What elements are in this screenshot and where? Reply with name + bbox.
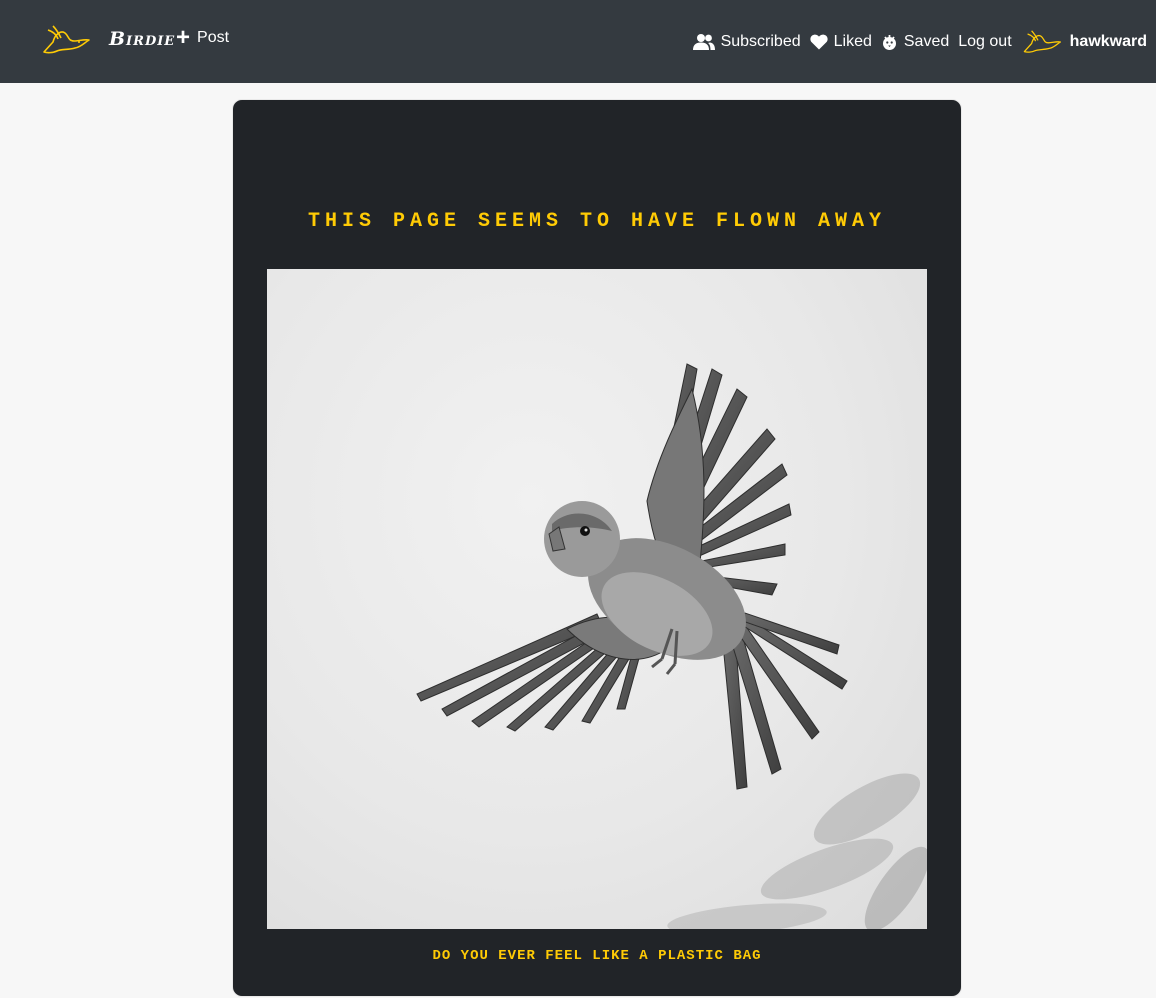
nav-right: Subscribed Liked Saved Log out hawkward: [684, 22, 1147, 62]
bird-illustration: [416, 363, 927, 929]
users-icon: [692, 34, 715, 50]
user-avatar-icon[interactable]: [1022, 28, 1062, 56]
not-found-title: THIS PAGE SEEMS TO HAVE FLOWN AWAY: [307, 210, 887, 233]
saved-bird-icon: [882, 34, 896, 50]
username-link[interactable]: hawkward: [1070, 33, 1147, 51]
flying-bird-image: [267, 269, 927, 929]
nav-saved-label: Saved: [903, 33, 950, 50]
nav-subscribed-label: Subscribed: [720, 33, 801, 50]
nav-logout-label: Log out: [958, 33, 1012, 50]
heart-icon: [810, 34, 828, 50]
caption-text: DO YOU EVER FEEL LIKE A PLASTIC BAG: [432, 948, 762, 964]
plus-icon: +: [176, 24, 191, 51]
post-button[interactable]: + Post: [176, 24, 230, 51]
nav-liked-label: Liked: [833, 33, 872, 50]
nav-logout[interactable]: Log out: [958, 33, 1011, 51]
not-found-card: THIS PAGE SEEMS TO HAVE FLOWN AWAY DO YO…: [232, 99, 962, 997]
nav-liked[interactable]: Liked: [810, 33, 872, 51]
post-label: Post: [197, 29, 230, 46]
bird-logo-icon[interactable]: [41, 24, 91, 56]
brand-name[interactable]: Birdie: [109, 28, 175, 50]
navbar: Birdie + Post Subscribed Liked Saved Log…: [0, 0, 1156, 83]
nav-subscribed[interactable]: Subscribed: [692, 33, 801, 51]
nav-saved[interactable]: Saved: [881, 33, 949, 51]
